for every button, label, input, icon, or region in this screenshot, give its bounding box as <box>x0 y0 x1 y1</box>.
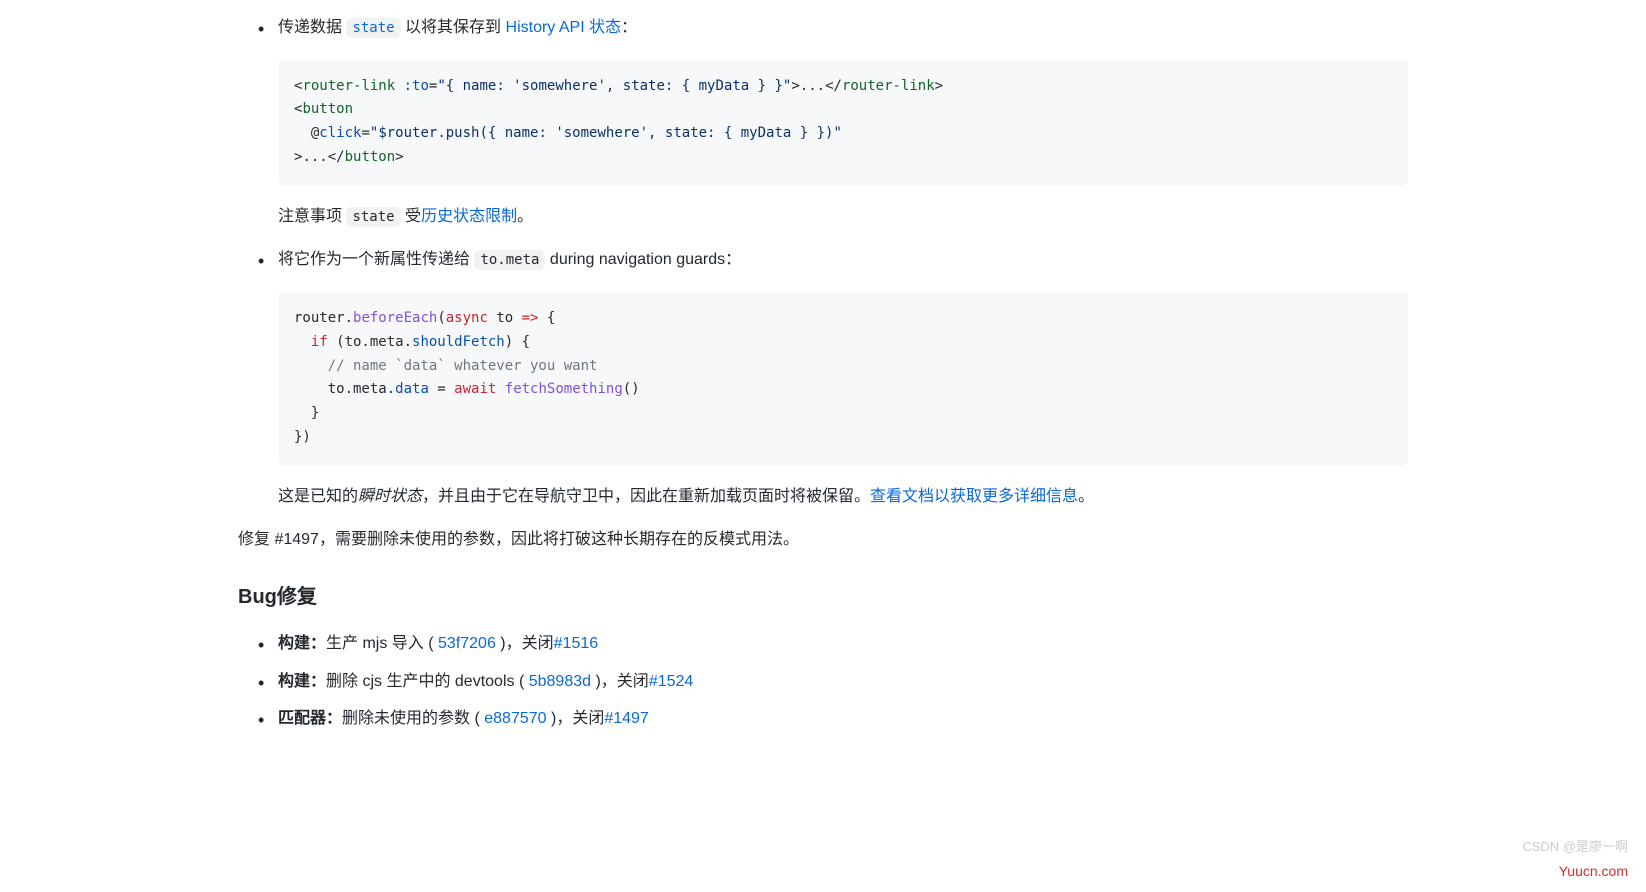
main-list: 传递数据 state 以将其保存到 History API 状态： <route… <box>238 15 1408 509</box>
bug-fixes-list: 构建：生产 mjs 导入 ( 53f7206 )，关闭#1516 构建：删除 c… <box>238 631 1408 732</box>
list-item: 构建：删除 cjs 生产中的 devtools ( 5b8983d )，关闭#1… <box>278 669 1408 695</box>
transient-state-paragraph: 这是已知的瞬时状态，并且由于它在导航守卫中，因此在重新加载页面时将被保留。查看文… <box>278 484 1408 510</box>
text: 。 <box>1078 488 1094 505</box>
commit-link[interactable]: 5b8983d <box>529 673 591 690</box>
history-state-limit-link[interactable]: 历史状态限制 <box>421 208 517 225</box>
issue-link[interactable]: #1516 <box>554 635 599 652</box>
code-block-before-each: router.beforeEach(async to => { if (to.m… <box>278 291 1408 466</box>
text: 删除 cjs 生产中的 devtools ( <box>326 673 529 690</box>
code-block-router-link: <router-link :to="{ name: 'somewhere', s… <box>278 59 1408 186</box>
list-item: 传递数据 state 以将其保存到 History API 状态： <route… <box>278 15 1408 229</box>
note-paragraph: 注意事项 state 受历史状态限制。 <box>278 204 1408 230</box>
bug-fixes-heading: Bug修复 <box>238 581 1408 613</box>
text: 注意事项 <box>278 208 346 225</box>
text: 将它作为一个新属性传递给 <box>278 251 474 268</box>
inline-code: to.meta <box>474 250 545 270</box>
history-api-link[interactable]: History API 状态 <box>506 19 622 36</box>
commit-link[interactable]: 53f7206 <box>438 635 496 652</box>
text: )，关闭 <box>496 635 554 652</box>
text: 。 <box>517 208 533 225</box>
text: ： <box>621 19 637 36</box>
fix-paragraph: 修复 #1497，需要删除未使用的参数，因此将打破这种长期存在的反模式用法。 <box>238 527 1408 553</box>
bug-label: 构建： <box>278 635 326 652</box>
csdn-watermark: CSDN @是廖一啊 <box>1522 837 1628 858</box>
text: )，关闭 <box>547 710 605 727</box>
text: 生产 mjs 导入 ( <box>326 635 438 652</box>
text: ，并且由于它在导航守卫中，因此在重新加载页面时将被保留。 <box>422 488 870 505</box>
inline-code: state <box>346 18 400 38</box>
text: )，关闭 <box>591 673 649 690</box>
list-item: 将它作为一个新属性传递给 to.meta during navigation g… <box>278 247 1408 509</box>
text: 以将其保存到 <box>401 19 506 36</box>
article-content: 传递数据 state 以将其保存到 History API 状态： <route… <box>123 0 1523 754</box>
text: 这是已知的 <box>278 488 358 505</box>
docs-link[interactable]: 查看文档以获取更多详细信息 <box>870 488 1078 505</box>
text: 传递数据 <box>278 19 346 36</box>
text: 受 <box>401 208 421 225</box>
site-watermark: Yuucn.com <box>1559 860 1628 882</box>
issue-link[interactable]: #1497 <box>604 710 649 727</box>
bug-label: 匹配器： <box>278 710 342 727</box>
issue-link[interactable]: #1524 <box>649 673 694 690</box>
italic-text: 瞬时状态 <box>358 488 422 505</box>
commit-link[interactable]: e887570 <box>484 710 546 727</box>
text: during navigation guards： <box>545 251 741 268</box>
list-item: 匹配器：删除未使用的参数 ( e887570 )，关闭#1497 <box>278 706 1408 732</box>
inline-code: state <box>346 207 400 227</box>
text: 删除未使用的参数 ( <box>342 710 484 727</box>
bug-label: 构建： <box>278 673 326 690</box>
list-item: 构建：生产 mjs 导入 ( 53f7206 )，关闭#1516 <box>278 631 1408 657</box>
